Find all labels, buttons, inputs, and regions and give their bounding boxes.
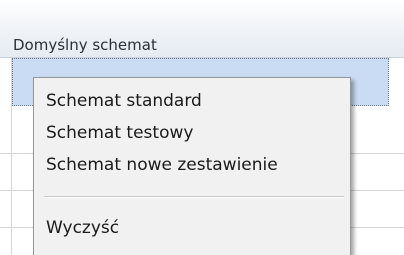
menu-item-schemat-testowy[interactable]: Schemat testowy xyxy=(46,122,193,144)
menu-item-schemat-standard[interactable]: Schemat standard xyxy=(46,90,202,112)
context-menu: Schemat standard Schemat testowy Schemat… xyxy=(33,77,351,255)
menu-item-schemat-nowe-zestawienie[interactable]: Schemat nowe zestawienie xyxy=(46,154,278,176)
grid-left-border xyxy=(11,58,12,255)
menu-separator-highlight xyxy=(44,197,344,198)
column-header-label: Domyślny schemat xyxy=(13,36,157,54)
menu-item-clear[interactable]: Wyczyść xyxy=(46,217,119,239)
column-header[interactable]: Domyślny schemat xyxy=(0,0,404,58)
